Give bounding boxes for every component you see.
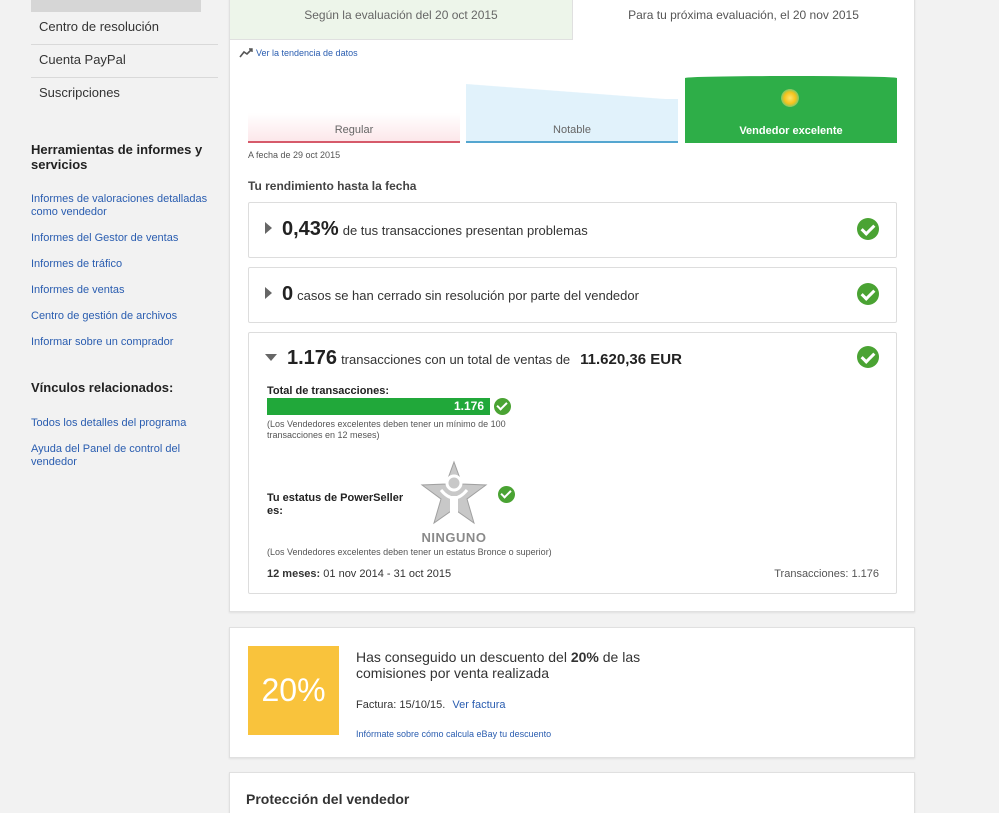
tx-text: transacciones con un total de ventas de [341, 352, 571, 367]
problems-text: de tus transacciones presentan problemas [342, 223, 588, 238]
metric-problems[interactable]: 0,43% de tus transacciones presentan pro… [248, 202, 897, 258]
link-traffic-reports[interactable]: Informes de tráfico [31, 258, 221, 271]
transactions-requirement-note: (Los Vendedores excelentes deben tener u… [267, 419, 506, 440]
check-icon [494, 398, 511, 415]
period-transactions: Transacciones: 1.176 [774, 568, 879, 580]
discount-calc-link[interactable]: Infórmate sobre cómo calcula eBay tu des… [356, 729, 551, 739]
performance-title: Tu rendimiento hasta la fecha [248, 179, 417, 193]
problems-value: 0,43% [282, 218, 339, 240]
link-file-management-center[interactable]: Centro de gestión de archivos [31, 310, 221, 323]
invoice-info: Factura: 15/10/15. Ver factura [356, 699, 506, 711]
protection-title: Protección del vendedor [246, 791, 410, 807]
trend-link-label: Ver la tendencia de datos [256, 48, 358, 58]
period-value: 01 nov 2014 - 31 oct 2015 [323, 568, 452, 580]
link-program-details[interactable]: Todos los detalles del programa [31, 417, 221, 430]
cases-value: 0 [282, 283, 294, 305]
discount-text: Has conseguido un descuento del 20% de l… [356, 649, 686, 681]
seller-performance-card: Según la evaluación del 20 oct 2015 Para… [229, 0, 915, 612]
collapse-arrow-icon[interactable] [265, 354, 277, 361]
link-sales-reports[interactable]: Informes de ventas [31, 284, 221, 297]
powerseller-label: Tu estatus de PowerSeller es: [267, 492, 404, 517]
tab-next-evaluation[interactable]: Para tu próxima evaluación, el 20 nov 20… [573, 0, 914, 40]
tx-value: 1.176 [287, 347, 338, 369]
discount-badge: 20% [248, 646, 339, 735]
period-label: 12 meses: [267, 568, 321, 580]
sidebar-item-resolution-center[interactable]: Centro de resolución [31, 12, 218, 45]
invoice-label: Factura: 15/10/15. [356, 699, 446, 711]
related-heading: Vínculos relacionados: [31, 380, 174, 395]
tab-current-evaluation[interactable]: Según la evaluación del 20 oct 2015 [230, 0, 573, 40]
check-icon [498, 486, 515, 503]
tx-amount: 11.620,36 EUR [580, 351, 682, 368]
lightbulb-icon [781, 89, 799, 107]
check-icon [857, 218, 879, 240]
trend-link[interactable]: Ver la tendencia de datos [239, 48, 358, 58]
cases-text: casos se han cerrado sin resolución por … [297, 288, 639, 303]
transactions-progress-bar: 1.176 [267, 398, 490, 415]
check-icon [857, 346, 879, 368]
level-notable-slope [466, 84, 678, 100]
total-transactions-label: Total de transacciones: [267, 385, 390, 397]
metric-cases[interactable]: 0 casos se han cerrado sin resolución po… [248, 267, 897, 323]
tools-heading: Herramientas de informes y servicios [31, 142, 203, 172]
expand-arrow-icon[interactable] [265, 287, 272, 299]
sidebar-active-tab[interactable] [31, 0, 201, 12]
seller-protection-card: Protección del vendedor [229, 772, 915, 813]
as-of-date: A fecha de 29 oct 2015 [248, 150, 341, 160]
level-notable: Notable [466, 99, 678, 143]
metric-transactions: 1.176 transacciones con un total de vent… [248, 332, 897, 594]
sidebar-item-paypal-account[interactable]: Cuenta PayPal [31, 45, 218, 78]
powerseller-star-icon [420, 460, 488, 525]
link-detailed-feedback-reports[interactable]: Informes de valoraciones detalladas como… [31, 193, 221, 219]
link-report-buyer[interactable]: Informar sobre un comprador [31, 336, 221, 349]
discount-text-pct: 20% [570, 649, 599, 665]
progress-fill: 1.176 [267, 398, 490, 415]
period-info: 12 meses: 01 nov 2014 - 31 oct 2015 [267, 568, 451, 580]
expand-arrow-icon[interactable] [265, 222, 272, 234]
powerseller-requirement-note: (Los Vendedores excelentes deben tener u… [267, 547, 552, 557]
level-excellent: Vendedor excelente [685, 78, 897, 143]
view-invoice-link[interactable]: Ver factura [452, 699, 505, 711]
link-seller-dashboard-help[interactable]: Ayuda del Panel de control del vendedor [31, 443, 221, 469]
discount-card: 20% Has conseguido un descuento del 20% … [229, 627, 915, 758]
powerseller-status: NINGUNO [421, 530, 487, 545]
discount-text-pre: Has conseguido un descuento del [356, 649, 567, 665]
trend-icon [239, 48, 253, 58]
check-icon [857, 283, 879, 305]
sidebar-item-subscriptions[interactable]: Suscripciones [31, 78, 218, 111]
link-sales-manager-reports[interactable]: Informes del Gestor de ventas [31, 232, 221, 245]
level-regular: Regular [248, 113, 460, 143]
sidebar: Centro de resolución Cuenta PayPal Suscr… [0, 0, 228, 813]
